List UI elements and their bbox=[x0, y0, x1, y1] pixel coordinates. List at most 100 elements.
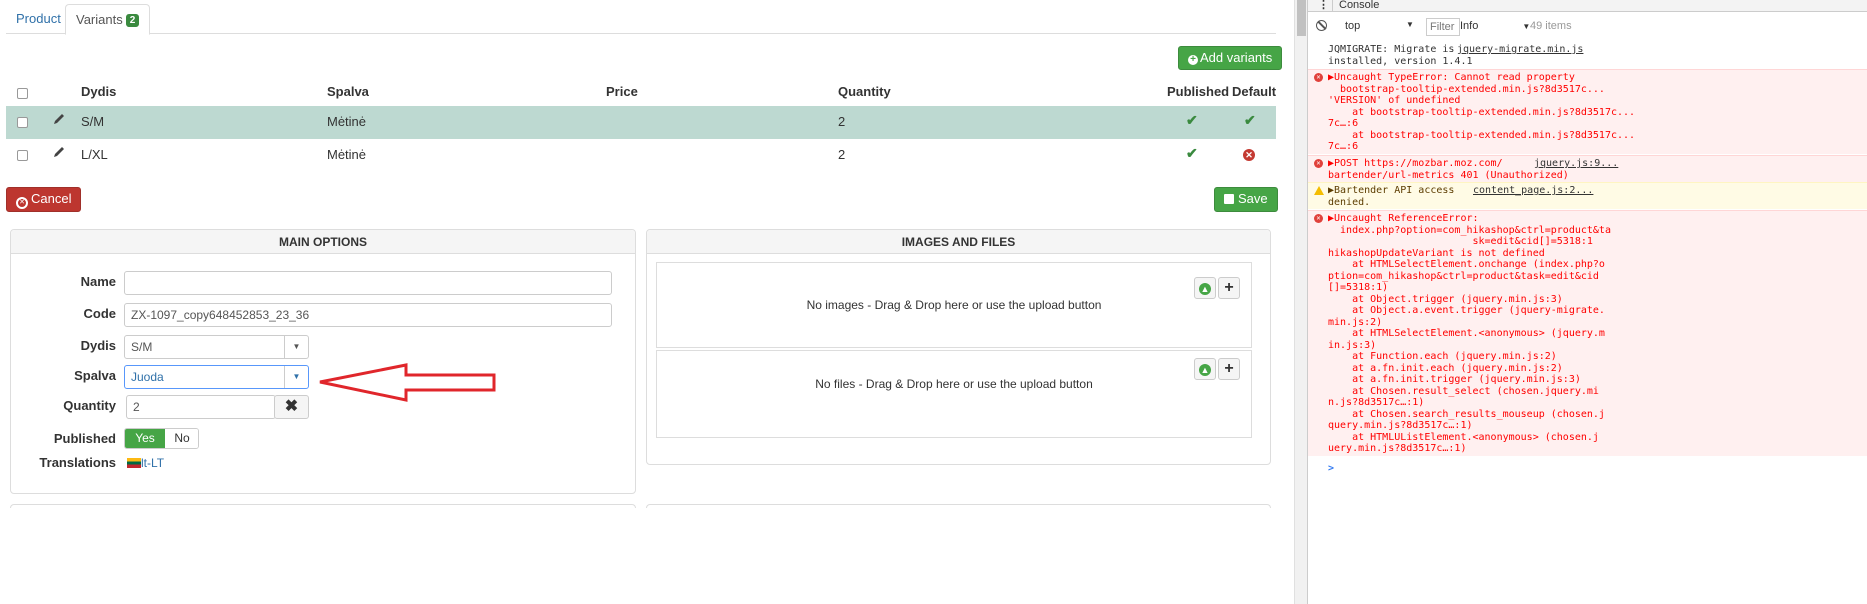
header-default[interactable]: Default bbox=[1232, 84, 1276, 99]
console-source-link[interactable]: content_page.js:2... bbox=[1473, 185, 1593, 197]
console-line: installed, version 1.4.1 bbox=[1328, 55, 1473, 67]
plus-icon: + bbox=[1224, 279, 1234, 296]
header-price[interactable]: Price bbox=[606, 84, 638, 99]
quantity-input[interactable]: 2 bbox=[126, 395, 276, 419]
add-image-button[interactable]: + bbox=[1218, 277, 1240, 299]
console-line: in.js:3) bbox=[1328, 339, 1377, 351]
console-line: sk=edit&cid[]=5318:1 bbox=[1328, 236, 1593, 247]
console-line: n.js?8d3517c…:1) bbox=[1328, 397, 1425, 408]
console-line: bootstrap-tooltip-extended.min.js?8d3517… bbox=[1328, 83, 1605, 95]
code-input[interactable]: ZX-1097_copy648452853_23_36 bbox=[124, 303, 612, 327]
console-line: query.min.js?8d3517c…:1) bbox=[1328, 420, 1473, 431]
table-row[interactable]: L/XL Mėtinė 2 ✔ ✕ bbox=[6, 139, 1276, 172]
console-source-link[interactable]: jquery-migrate.min.js bbox=[1457, 44, 1583, 56]
chevron-down-icon: ▼ bbox=[284, 336, 308, 358]
error-icon: ✕ bbox=[1314, 214, 1323, 223]
images-dropzone[interactable]: No images - Drag & Drop here or use the … bbox=[656, 262, 1252, 348]
console-line: hikashopUpdateVariant is not defined bbox=[1328, 247, 1545, 259]
translation-link[interactable]: lt-LT bbox=[127, 455, 164, 470]
select-all-checkbox[interactable] bbox=[17, 88, 28, 99]
page-scrollbar[interactable] bbox=[1294, 0, 1307, 604]
files-empty-text: No files - Drag & Drop here or use the u… bbox=[815, 377, 1093, 391]
console-source-link[interactable]: jquery.js:9... bbox=[1534, 158, 1618, 170]
upload-image-button[interactable]: ▲ bbox=[1194, 277, 1216, 299]
default-off-icon[interactable]: ✕ bbox=[1243, 146, 1255, 161]
error-icon: ✕ bbox=[1314, 159, 1323, 168]
tab-product[interactable]: Product bbox=[6, 4, 71, 35]
console-line: uery.min.js?8d3517c…:1) bbox=[1328, 443, 1467, 454]
published-yes[interactable]: Yes bbox=[125, 429, 165, 448]
cancel-button[interactable]: ✕ Cancel bbox=[6, 187, 82, 212]
variants-count-badge: 2 bbox=[125, 14, 140, 27]
console-line: at HTMLSelectElement.<anonymous> (jquery… bbox=[1328, 328, 1605, 339]
spalva-select[interactable]: Juoda ▼ bbox=[124, 365, 309, 389]
chevron-down-icon: ▼ bbox=[284, 366, 308, 388]
name-input[interactable] bbox=[124, 271, 612, 295]
console-tab[interactable]: Console bbox=[1332, 0, 1379, 12]
tab-variants-label: Variants bbox=[76, 12, 123, 27]
console-message-error[interactable]: ✕ ▶POST https://mozbar.moz.com/bartender/… bbox=[1308, 155, 1867, 182]
kebab-menu-icon[interactable]: ⋮ bbox=[1318, 0, 1329, 11]
console-line: 7c…:6 bbox=[1328, 141, 1359, 152]
header-spalva[interactable]: Spalva bbox=[327, 84, 369, 99]
close-icon: ✖ bbox=[284, 398, 299, 415]
edit-pencil-icon[interactable] bbox=[52, 145, 66, 162]
edit-pencil-icon[interactable] bbox=[52, 112, 66, 129]
console-line: JQMIGRATE: Migrate is bbox=[1328, 44, 1455, 55]
console-message-warn[interactable]: ▶Bartender API access denied. content_page… bbox=[1308, 182, 1867, 209]
scrollbar-thumb[interactable] bbox=[1297, 0, 1306, 36]
images-empty-text: No images - Drag & Drop here or use the … bbox=[806, 298, 1102, 312]
console-prompt[interactable]: > bbox=[1328, 463, 1334, 474]
translation-lang-label: lt-LT bbox=[141, 456, 165, 470]
published-no[interactable]: No bbox=[165, 429, 198, 448]
published-toggle[interactable]: Yes No bbox=[124, 428, 199, 449]
add-variants-button[interactable]: + Add variants bbox=[1178, 46, 1283, 70]
context-value: top bbox=[1345, 20, 1361, 32]
level-select[interactable]: Info ▼ bbox=[1460, 20, 1530, 32]
console-message-log[interactable]: JQMIGRATE: Migrate is installed, version … bbox=[1308, 42, 1867, 69]
console-message-error[interactable]: ✕ ▶Uncaught TypeError: Cannot read proper… bbox=[1308, 69, 1867, 154]
console-line: at a.fn.init.trigger (jquery.min.js:3) bbox=[1328, 374, 1581, 385]
plus-icon: + bbox=[1224, 360, 1234, 377]
filter-input[interactable]: Filter bbox=[1426, 18, 1460, 36]
dydis-select[interactable]: S/M ▼ bbox=[124, 335, 309, 359]
cell-spalva: Mėtinė bbox=[327, 147, 367, 162]
upload-icon: ▲ bbox=[1199, 364, 1211, 376]
warning-icon bbox=[1314, 186, 1324, 195]
cell-spalva: Mėtinė bbox=[327, 114, 367, 129]
images-files-title: IMAGES AND FILES bbox=[647, 230, 1270, 254]
files-dropzone[interactable]: No files - Drag & Drop here or use the u… bbox=[656, 350, 1252, 438]
block-icon[interactable] bbox=[1316, 20, 1327, 31]
row-checkbox[interactable] bbox=[17, 117, 28, 128]
name-label: Name bbox=[80, 274, 116, 289]
default-check-icon[interactable]: ✔ bbox=[1244, 112, 1256, 129]
cell-dydis: L/XL bbox=[81, 147, 108, 162]
app-root: Product Variants 2 + Add variants Dydis Sp… bbox=[0, 0, 1867, 604]
console-line: 7c…:6 bbox=[1328, 118, 1359, 129]
console-toolbar: top ▼ Filter Info ▼ 49 items bbox=[1308, 17, 1572, 39]
clear-quantity-button[interactable]: ✖ bbox=[274, 395, 309, 419]
tab-variants[interactable]: Variants 2 bbox=[65, 4, 151, 35]
spalva-select-value: Juoda bbox=[131, 370, 164, 384]
add-variants-label: Add variants bbox=[1200, 50, 1273, 65]
header-dydis[interactable]: Dydis bbox=[81, 84, 116, 99]
context-select[interactable]: top ▼ bbox=[1344, 20, 1428, 36]
published-check-icon[interactable]: ✔ bbox=[1186, 145, 1198, 162]
row-checkbox[interactable] bbox=[17, 150, 28, 161]
save-button[interactable]: Save bbox=[1214, 187, 1278, 212]
add-file-button[interactable]: + bbox=[1218, 358, 1240, 380]
red-arrow-annotation bbox=[319, 363, 496, 402]
console-line: at Object.trigger (jquery.min.js:3) bbox=[1328, 293, 1563, 305]
tab-bar: Product Variants 2 bbox=[6, 0, 1276, 35]
translations-label: Translations bbox=[39, 455, 116, 470]
upload-file-button[interactable]: ▲ bbox=[1194, 358, 1216, 380]
dydis-select-value: S/M bbox=[131, 340, 153, 354]
console-line: []=5318:1) bbox=[1328, 282, 1389, 293]
devtools-panel: ⋮ Console top ▼ Filter Info ▼ 49 items JQ… bbox=[1307, 0, 1867, 604]
console-message-error[interactable]: ✕ ▶Uncaught ReferenceError: index.php?opt… bbox=[1308, 210, 1867, 456]
header-quantity[interactable]: Quantity bbox=[838, 84, 891, 99]
console-line: denied. bbox=[1328, 196, 1371, 208]
published-check-icon[interactable]: ✔ bbox=[1186, 112, 1198, 129]
header-published[interactable]: Published bbox=[1167, 84, 1229, 99]
table-row[interactable]: S/M Mėtinė 2 ✔ ✔ bbox=[6, 106, 1276, 139]
